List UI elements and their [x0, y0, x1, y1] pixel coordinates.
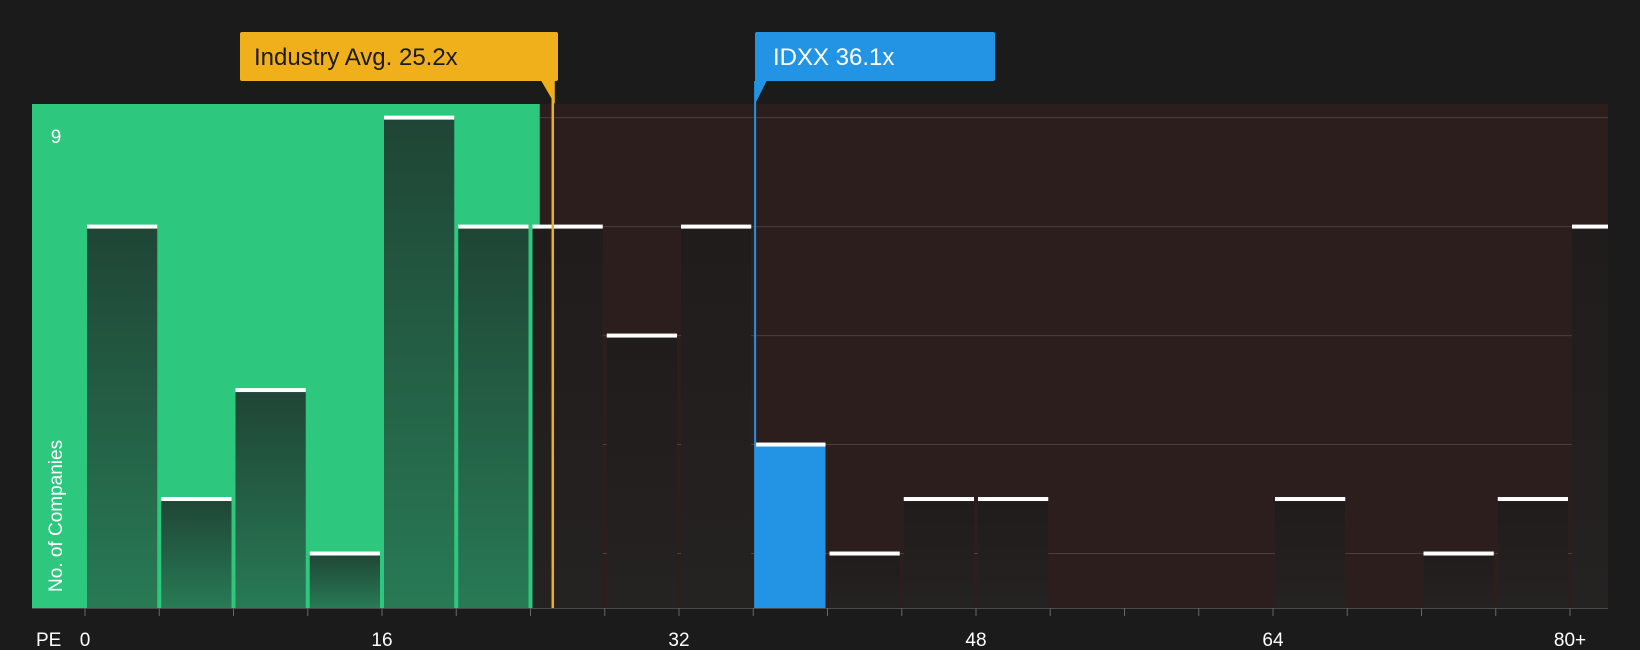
histogram-bar	[903, 499, 974, 608]
histogram-bar	[829, 553, 900, 608]
histogram-bar	[87, 226, 158, 608]
histogram-bar	[1275, 499, 1346, 608]
histogram-bar	[532, 226, 603, 608]
bar-cap	[1497, 497, 1568, 502]
x-tick-label: 32	[668, 630, 689, 650]
histogram-bar	[458, 226, 529, 608]
bar-cap	[161, 497, 232, 502]
y-tick-label: 9	[51, 127, 62, 148]
bar-cap	[384, 115, 455, 120]
x-tick-label: 16	[371, 630, 392, 650]
bar-cap	[681, 224, 752, 229]
bar-cap	[458, 224, 529, 229]
bar-cap	[755, 442, 826, 447]
bar-cap	[978, 497, 1049, 502]
bar-cap	[532, 224, 603, 229]
y-axis-label: No. of Companies	[46, 440, 67, 592]
bar-cap	[903, 497, 974, 502]
bar-cap	[1275, 497, 1346, 502]
histogram-bar	[606, 335, 677, 608]
x-tick-label: 48	[965, 630, 986, 650]
company-pe-label: IDXX 36.1x	[773, 44, 894, 71]
histogram-bar	[384, 117, 455, 609]
histogram-bar	[681, 226, 752, 608]
bar-cap	[829, 551, 900, 556]
histogram-bar	[161, 499, 232, 608]
histogram-bar	[978, 499, 1049, 608]
bar-cap	[235, 388, 306, 393]
industry-avg-label: Industry Avg. 25.2x	[254, 44, 458, 71]
bar-cap	[87, 224, 158, 229]
histogram-bar	[1497, 499, 1568, 608]
histogram-bar	[309, 553, 380, 608]
histogram-bar	[1572, 226, 1608, 608]
x-axis-label: PE	[36, 630, 61, 650]
x-tick-label: 80+	[1554, 630, 1586, 650]
x-tick-label: 0	[80, 630, 91, 650]
bar-cap	[606, 333, 677, 338]
bar-cap	[1572, 224, 1608, 229]
histogram-bar	[235, 390, 306, 608]
histogram-bar	[1423, 553, 1494, 608]
bar-cap	[309, 551, 380, 556]
bar-cap	[1423, 551, 1494, 556]
x-tick-label: 64	[1262, 630, 1284, 650]
company-bar	[755, 444, 826, 608]
pe-histogram-chart: 0 16 32 48 64 80+ 9 No. of Companies PE Indus…	[0, 0, 1640, 650]
